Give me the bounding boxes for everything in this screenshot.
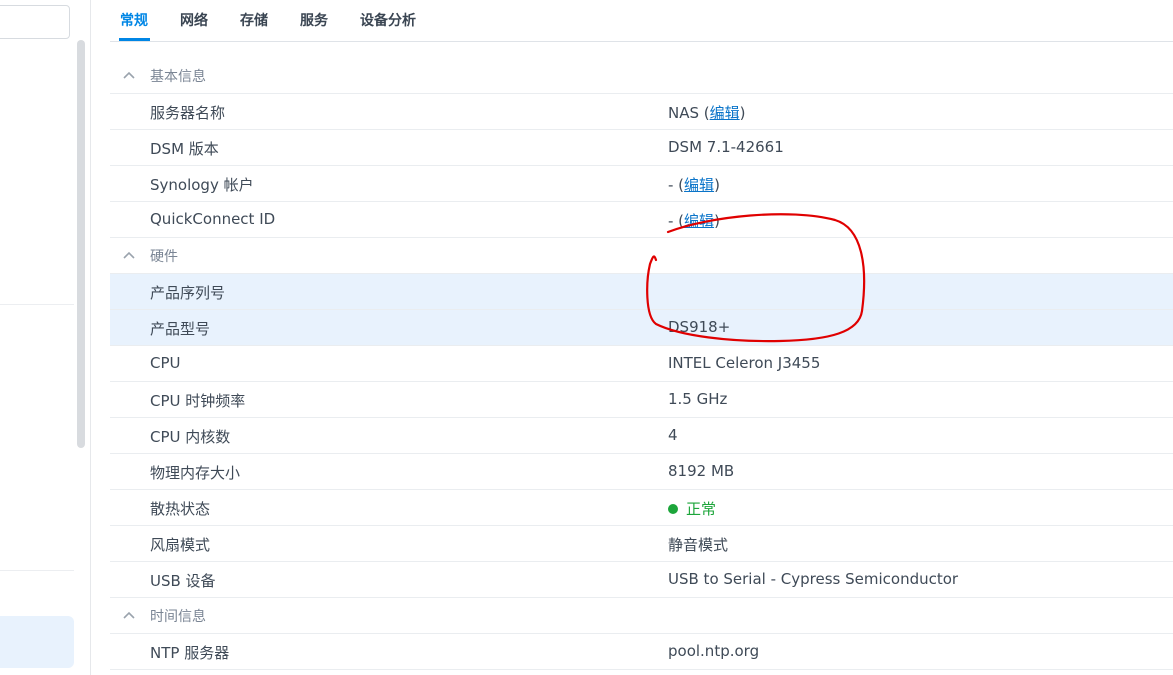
- sidebar-divider: [0, 570, 74, 571]
- tab-bar: 常规 网络 存储 服务 设备分析: [110, 0, 1173, 42]
- row-value: INTEL Celeron J3455: [668, 354, 821, 372]
- sidebar-divider: [0, 304, 74, 305]
- row-label: Synology 帐户: [150, 176, 254, 194]
- row-dsm-version: DSM 版本 DSM 7.1-42661: [110, 130, 1173, 166]
- sidebar-item-selected[interactable]: [0, 616, 74, 668]
- section-hardware[interactable]: 硬件: [110, 238, 1173, 274]
- row-server-name: 服务器名称 NAS (编辑): [110, 94, 1173, 130]
- row-thermal-status: 散热状态 正常: [110, 490, 1173, 526]
- row-label: CPU 内核数: [150, 428, 231, 446]
- synology-account-value: - (: [668, 176, 685, 194]
- chevron-up-icon[interactable]: [122, 248, 136, 262]
- row-label: 服务器名称: [150, 104, 226, 122]
- row-quickconnect-id: QuickConnect ID - (编辑): [110, 202, 1173, 238]
- chevron-up-icon[interactable]: [122, 68, 136, 82]
- row-cpu-cores: CPU 内核数 4: [110, 418, 1173, 454]
- row-ntp-server: NTP 服务器 pool.ntp.org: [110, 634, 1173, 670]
- paren-close: ): [714, 176, 720, 194]
- row-label: 产品型号: [150, 320, 211, 338]
- row-value: 8192 MB: [668, 462, 735, 480]
- paren-close: ): [714, 212, 720, 230]
- tab-service[interactable]: 服务: [300, 10, 328, 30]
- tab-network[interactable]: 网络: [180, 10, 208, 30]
- tab-general[interactable]: 常规: [120, 10, 148, 30]
- tab-storage[interactable]: 存储: [240, 10, 268, 30]
- row-memory: 物理内存大小 8192 MB: [110, 454, 1173, 490]
- section-title: 时间信息: [150, 609, 206, 625]
- row-label: 风扇模式: [150, 536, 211, 554]
- row-fan-mode: 风扇模式 静音模式: [110, 526, 1173, 562]
- sidebar-scrollbar[interactable]: [77, 40, 85, 448]
- quickconnect-value: - (: [668, 212, 685, 230]
- row-label: 物理内存大小: [150, 464, 241, 482]
- row-label: 产品序列号: [150, 284, 226, 302]
- edit-server-name-link[interactable]: 编辑: [710, 104, 740, 122]
- row-value: pool.ntp.org: [668, 642, 760, 660]
- section-title: 基本信息: [150, 69, 206, 85]
- chevron-up-icon[interactable]: [122, 608, 136, 622]
- edit-synology-account-link[interactable]: 编辑: [684, 176, 714, 194]
- row-label: 散热状态: [150, 500, 211, 518]
- row-label: NTP 服务器: [150, 644, 230, 662]
- row-label: DSM 版本: [150, 140, 219, 158]
- row-label: USB 设备: [150, 572, 216, 590]
- status-ok-icon: [668, 503, 678, 514]
- row-value: 1.5 GHz: [668, 390, 728, 408]
- server-name-value: NAS (: [668, 104, 710, 122]
- row-cpu: CPU INTEL Celeron J3455: [110, 346, 1173, 382]
- row-value: DSM 7.1-42661: [668, 138, 784, 156]
- row-synology-account: Synology 帐户 - (编辑): [110, 166, 1173, 202]
- row-value: DS918+: [668, 318, 731, 336]
- row-value: 4: [668, 426, 678, 444]
- thermal-status-value: 正常: [686, 500, 717, 518]
- row-serial-number: 产品序列号: [110, 274, 1173, 310]
- row-value: - (编辑): [668, 174, 720, 195]
- tab-device-analysis[interactable]: 设备分析: [360, 10, 416, 30]
- row-usb-devices: USB 设备 USB to Serial - Cypress Semicondu…: [110, 562, 1173, 598]
- active-tab-indicator: [119, 38, 150, 41]
- row-value: NAS (编辑): [668, 102, 746, 123]
- sidebar: [0, 0, 91, 675]
- row-value: USB to Serial - Cypress Semiconductor: [668, 570, 959, 588]
- row-cpu-frequency: CPU 时钟频率 1.5 GHz: [110, 382, 1173, 418]
- paren-close: ): [739, 104, 746, 122]
- edit-quickconnect-link[interactable]: 编辑: [684, 212, 714, 230]
- row-value: 正常: [668, 498, 716, 519]
- row-value: 静音模式: [668, 536, 729, 554]
- row-value: - (编辑): [668, 210, 720, 231]
- row-label: QuickConnect ID: [150, 210, 276, 228]
- section-title: 硬件: [150, 249, 178, 265]
- info-grid: 基本信息 服务器名称 NAS (编辑) DSM 版本 DSM 7.1-42661…: [110, 58, 1173, 670]
- section-basic-info[interactable]: 基本信息: [110, 58, 1173, 94]
- row-model: 产品型号 DS918+: [110, 310, 1173, 346]
- section-time-info[interactable]: 时间信息: [110, 598, 1173, 634]
- row-label: CPU: [150, 354, 181, 372]
- row-label: CPU 时钟频率: [150, 392, 246, 410]
- sidebar-search-input[interactable]: [0, 5, 70, 39]
